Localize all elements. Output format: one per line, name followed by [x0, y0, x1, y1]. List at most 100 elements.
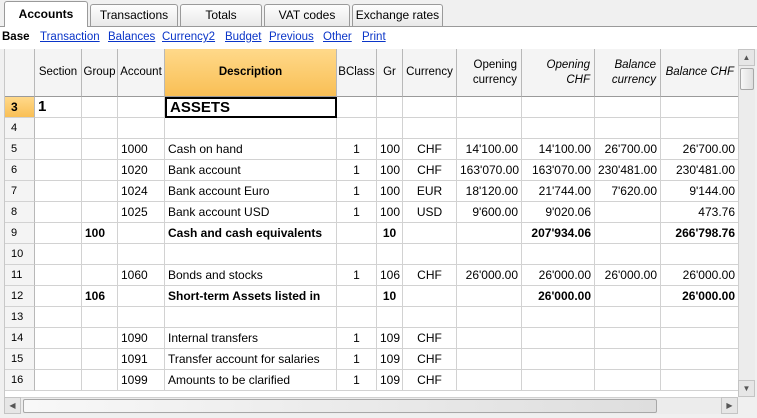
cell-section[interactable] — [35, 286, 82, 307]
cell-bclass[interactable]: 1 — [337, 328, 377, 349]
cell-bclass[interactable] — [337, 97, 377, 118]
cell-section[interactable] — [35, 265, 82, 286]
cell-section[interactable] — [35, 349, 82, 370]
cell-account[interactable] — [118, 118, 165, 139]
cell-description[interactable]: Bank account Euro — [165, 181, 337, 202]
cell-opening_currency[interactable]: 163'070.00 — [457, 160, 522, 181]
cell-section[interactable] — [35, 202, 82, 223]
cell-bclass[interactable] — [337, 223, 377, 244]
cell-gr[interactable]: 106 — [377, 265, 403, 286]
scroll-left-icon[interactable]: ◀ — [4, 397, 21, 414]
cell-balance_chf[interactable]: 26'000.00 — [661, 265, 738, 286]
cell-opening_currency[interactable]: 18'120.00 — [457, 181, 522, 202]
cell-currency[interactable]: CHF — [403, 328, 457, 349]
cell-gr[interactable] — [377, 307, 403, 328]
cell-opening_currency[interactable]: 9'600.00 — [457, 202, 522, 223]
table-row[interactable]: 6 1020 Bank account 1 100 CHF 163'070.00 163'07… — [5, 160, 738, 181]
cell-opening_chf[interactable] — [522, 97, 595, 118]
horizontal-scroll-thumb[interactable] — [23, 399, 657, 413]
cell-account[interactable]: 1000 — [118, 139, 165, 160]
cell-opening_currency[interactable] — [457, 307, 522, 328]
header-rownum[interactable] — [5, 49, 35, 97]
cell-balance_currency[interactable]: 26'000.00 — [595, 265, 661, 286]
horizontal-scrollbar[interactable]: ◀ ▶ — [4, 397, 738, 414]
cell-bclass[interactable] — [337, 244, 377, 265]
cell-gr[interactable]: 100 — [377, 181, 403, 202]
cell-bclass[interactable]: 1 — [337, 160, 377, 181]
cell-gr[interactable]: 109 — [377, 370, 403, 391]
cell-opening_chf[interactable] — [522, 349, 595, 370]
cell-opening_chf[interactable] — [522, 244, 595, 265]
cell-section[interactable] — [35, 244, 82, 265]
cell-section[interactable] — [35, 118, 82, 139]
cell-description[interactable]: Cash and cash equivalents — [165, 223, 337, 244]
tab-totals[interactable]: Totals — [180, 4, 262, 26]
cell-balance_currency[interactable] — [595, 118, 661, 139]
view-link-previous[interactable]: Previous — [269, 31, 314, 43]
cell-opening_chf[interactable]: 26'000.00 — [522, 286, 595, 307]
cell-account[interactable]: 1091 — [118, 349, 165, 370]
cell-opening_currency[interactable] — [457, 286, 522, 307]
cell-bclass[interactable] — [337, 307, 377, 328]
cell-balance_chf[interactable]: 473.76 — [661, 202, 738, 223]
cell-group[interactable]: 100 — [82, 223, 118, 244]
cell-group[interactable] — [82, 181, 118, 202]
tab-accounts[interactable]: Accounts — [4, 1, 88, 27]
cell-gr[interactable]: 10 — [377, 223, 403, 244]
cell-currency[interactable] — [403, 286, 457, 307]
cell-currency[interactable] — [403, 223, 457, 244]
cell-section[interactable] — [35, 223, 82, 244]
header-opening_chf[interactable]: Opening CHF — [522, 49, 595, 97]
table-row[interactable]: 12 106 Short-term Assets listed in 10 26'000… — [5, 286, 738, 307]
cell-bclass[interactable]: 1 — [337, 181, 377, 202]
cell-balance_currency[interactable] — [595, 328, 661, 349]
cell-balance_chf[interactable] — [661, 244, 738, 265]
header-description[interactable]: Description — [165, 49, 337, 97]
cell-currency[interactable]: CHF — [403, 349, 457, 370]
table-row[interactable]: 14 1090 Internal transfers 1 109 CHF — [5, 328, 738, 349]
cell-opening_chf[interactable]: 9'020.06 — [522, 202, 595, 223]
cell-description[interactable]: Transfer account for salaries — [165, 349, 337, 370]
cell-account[interactable] — [118, 286, 165, 307]
cell-group[interactable] — [82, 160, 118, 181]
scroll-down-icon[interactable]: ▼ — [738, 380, 755, 397]
view-link-currency2[interactable]: Currency2 — [162, 31, 215, 43]
header-balance_currency[interactable]: Balance currency — [595, 49, 661, 97]
cell-description[interactable]: Short-term Assets listed in — [165, 286, 337, 307]
cell-group[interactable] — [82, 244, 118, 265]
cell-bclass[interactable] — [337, 286, 377, 307]
cell-balance_chf[interactable] — [661, 118, 738, 139]
cell-account[interactable]: 1020 — [118, 160, 165, 181]
cell-bclass[interactable]: 1 — [337, 265, 377, 286]
cell-account[interactable]: 1024 — [118, 181, 165, 202]
view-link-balances[interactable]: Balances — [108, 31, 155, 43]
cell-group[interactable] — [82, 97, 118, 118]
scroll-up-icon[interactable]: ▲ — [738, 49, 755, 66]
cell-balance_chf[interactable]: 26'000.00 — [661, 286, 738, 307]
cell-balance_chf[interactable]: 26'700.00 — [661, 139, 738, 160]
cell-section[interactable] — [35, 307, 82, 328]
table-row[interactable]: 5 1000 Cash on hand 1 100 CHF 14'100.00 14'100.… — [5, 139, 738, 160]
cell-opening_chf[interactable] — [522, 328, 595, 349]
cell-balance_currency[interactable]: 7'620.00 — [595, 181, 661, 202]
cell-section[interactable] — [35, 139, 82, 160]
cell-account[interactable] — [118, 307, 165, 328]
cell-opening_currency[interactable]: 14'100.00 — [457, 139, 522, 160]
cell-description[interactable]: Bonds and stocks — [165, 265, 337, 286]
cell-opening_currency[interactable] — [457, 118, 522, 139]
table-row[interactable]: 15 1091 Transfer account for salaries 1 109 C… — [5, 349, 738, 370]
cell-gr[interactable]: 10 — [377, 286, 403, 307]
cell-balance_currency[interactable] — [595, 286, 661, 307]
cell-description[interactable]: Bank account USD — [165, 202, 337, 223]
cell-opening_currency[interactable] — [457, 244, 522, 265]
cell-group[interactable] — [82, 307, 118, 328]
cell-bclass[interactable]: 1 — [337, 202, 377, 223]
cell-account[interactable]: 1060 — [118, 265, 165, 286]
cell-group[interactable] — [82, 202, 118, 223]
cell-currency[interactable]: CHF — [403, 265, 457, 286]
cell-balance_currency[interactable] — [595, 97, 661, 118]
cell-opening_currency[interactable] — [457, 223, 522, 244]
cell-group[interactable] — [82, 328, 118, 349]
cell-gr[interactable]: 100 — [377, 160, 403, 181]
cell-group[interactable] — [82, 349, 118, 370]
